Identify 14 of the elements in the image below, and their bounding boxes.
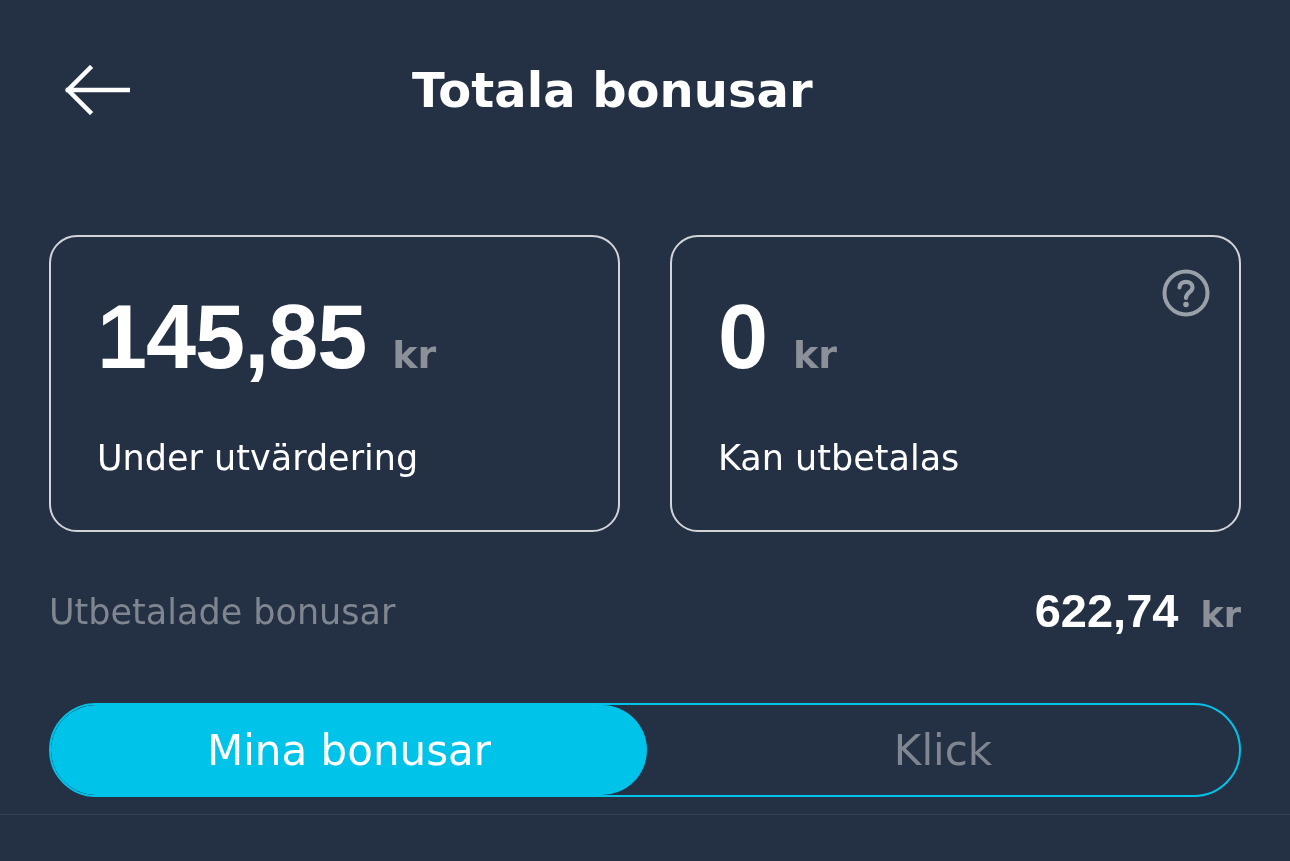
paid-label: Utbetalade bonusar xyxy=(49,591,396,634)
paid-amount: 622,74 xyxy=(1034,586,1179,636)
back-arrow-icon[interactable] xyxy=(64,65,130,115)
card-label: Under utvärdering xyxy=(97,437,419,480)
segment-tab[interactable]: Klick xyxy=(647,705,1239,795)
help-icon[interactable] xyxy=(1162,269,1210,317)
currency-label: kr xyxy=(392,332,437,379)
amount-value: 145,85 xyxy=(97,287,367,387)
segment-tab[interactable]: Mina bonusar xyxy=(51,705,647,795)
amount-value: 0 xyxy=(718,287,768,387)
currency-label: kr xyxy=(793,332,838,379)
currency-label: kr xyxy=(1200,594,1241,637)
card-label: Kan utbetalas xyxy=(718,437,960,480)
page-title: Totala bonusar xyxy=(412,61,813,120)
